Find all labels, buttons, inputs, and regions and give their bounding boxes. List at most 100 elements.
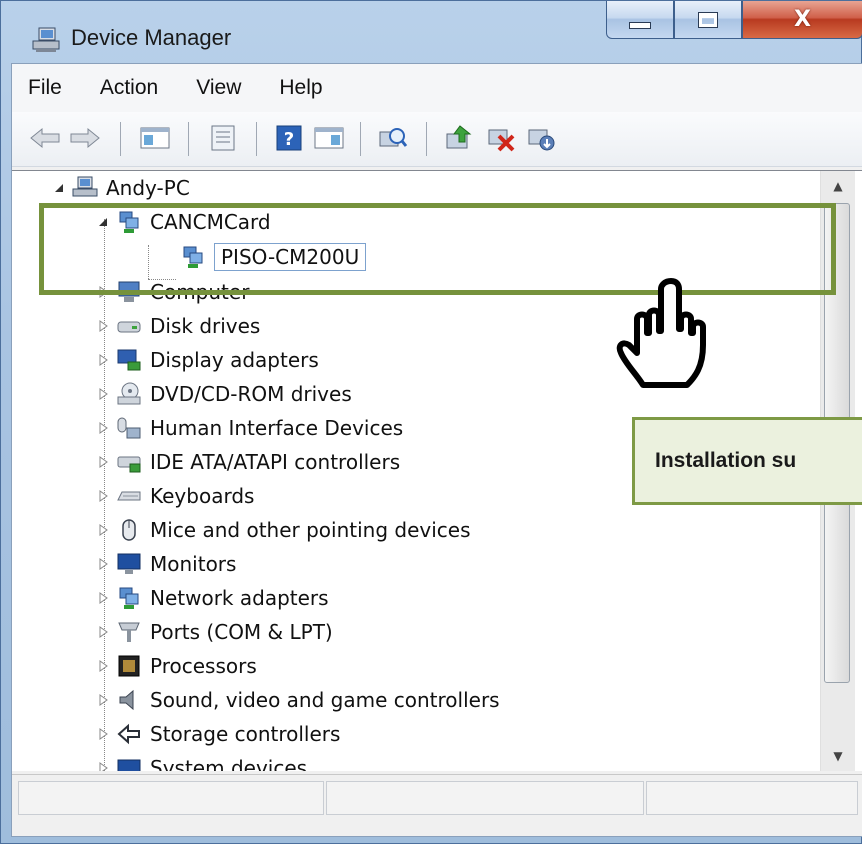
port-icon [118, 622, 140, 642]
show-hide-console-tree-button[interactable] [138, 122, 172, 154]
tree-item-human-interface-devices[interactable]: Human Interface Devices [96, 411, 403, 445]
properties-icon [211, 125, 235, 151]
title-bar[interactable]: Device Manager X [1, 1, 862, 63]
expand-arrow-icon [99, 490, 108, 502]
tree-label: Processors [150, 654, 257, 678]
system-devices-icon [117, 759, 141, 771]
tree-label: DVD/CD-ROM drives [150, 382, 352, 406]
tree-label: Human Interface Devices [150, 416, 404, 440]
menu-action[interactable]: Action [81, 64, 177, 112]
menu-file[interactable]: File [12, 64, 81, 112]
properties-button[interactable] [206, 122, 240, 154]
uninstall-icon [488, 129, 515, 152]
minimize-button[interactable] [606, 1, 674, 39]
help-button[interactable]: ? [272, 122, 306, 154]
tree-label: Keyboards [150, 484, 255, 508]
tree-item-network-adapters[interactable]: Network adapters [96, 581, 329, 615]
tree-item-system-devices[interactable]: System devices [96, 751, 307, 771]
tree-item-keyboards[interactable]: Keyboards [96, 479, 254, 513]
tree-item-storage-controllers[interactable]: Storage controllers [96, 717, 340, 751]
processor-icon [118, 655, 140, 677]
collapse-arrow-icon [55, 184, 63, 192]
menu-bar: File Action View Help [12, 64, 862, 113]
expand-arrow-icon [99, 524, 108, 536]
highlight-box [39, 203, 836, 295]
minimize-icon [629, 22, 651, 29]
toolbar-separator [120, 122, 121, 156]
display-adapter-icon [117, 349, 141, 371]
tree-root-andy-pc[interactable]: Andy-PC [52, 171, 190, 205]
tree-label: Mice and other pointing devices [150, 518, 471, 542]
update-driver-button[interactable] [442, 122, 476, 154]
monitor-icon [117, 553, 141, 574]
scan-hardware-button[interactable] [376, 122, 410, 154]
tree-label: Sound, video and game controllers [150, 688, 500, 712]
tree-item-ports[interactable]: Ports (COM & LPT) [96, 615, 333, 649]
ide-controller-icon [117, 456, 141, 473]
computer-icon [72, 176, 98, 197]
disable-device-button[interactable] [524, 122, 558, 154]
scan-hardware-icon [379, 128, 408, 147]
expand-arrow-icon [99, 456, 108, 468]
close-button[interactable]: X [742, 1, 862, 39]
device-manager-window: Device Manager X File Action View Help ?… [0, 0, 862, 844]
tree-label: Monitors [150, 552, 237, 576]
keyboard-icon [117, 491, 141, 501]
update-driver-icon [446, 125, 472, 149]
help-icon: ? [276, 125, 302, 151]
uninstall-button[interactable] [484, 122, 518, 154]
hid-icon [117, 417, 141, 439]
tree-label: Ports (COM & LPT) [150, 620, 333, 644]
tree-label: Andy-PC [106, 176, 190, 200]
tree-label: Disk drives [150, 314, 261, 338]
svg-text:?: ? [284, 129, 294, 150]
pointing-hand-cursor-icon [616, 278, 706, 388]
maximize-icon [698, 11, 718, 28]
menu-help[interactable]: Help [260, 64, 341, 112]
action-pane-button[interactable] [312, 122, 346, 154]
expand-arrow-icon [99, 558, 108, 570]
expand-arrow-icon [99, 626, 108, 638]
tree-label: IDE ATA/ATAPI controllers [150, 450, 401, 474]
tree-item-disk-drives[interactable]: Disk drives [96, 309, 260, 343]
installation-callout: Installation su [632, 417, 862, 505]
toolbar-separator [426, 122, 427, 156]
toolbar: ? [12, 112, 862, 167]
status-pane [18, 781, 324, 815]
tree-item-display-adapters[interactable]: Display adapters [96, 343, 319, 377]
toolbar-separator [256, 122, 257, 156]
tree-item-processors[interactable]: Processors [96, 649, 257, 683]
toolbar-separator [188, 122, 189, 156]
status-bar [12, 774, 862, 825]
speaker-icon [119, 689, 134, 711]
toolbar-separator [360, 122, 361, 156]
back-button[interactable] [28, 122, 62, 154]
tree-item-ide-ata-atapi-controllers[interactable]: IDE ATA/ATAPI controllers [96, 445, 400, 479]
disable-device-icon [528, 129, 555, 151]
expand-arrow-icon [99, 694, 108, 706]
forward-arrow-icon [70, 127, 100, 149]
scroll-down-arrow-icon[interactable]: ▼ [821, 741, 855, 771]
tree-item-sound-video-game[interactable]: Sound, video and game controllers [96, 683, 500, 717]
action-pane-icon [314, 127, 344, 149]
menu-view[interactable]: View [177, 64, 260, 112]
scroll-up-arrow-icon[interactable]: ▲ [821, 171, 855, 201]
forward-button[interactable] [68, 122, 102, 154]
expand-arrow-icon [99, 320, 108, 332]
tree-item-monitors[interactable]: Monitors [96, 547, 236, 581]
close-icon: X [794, 7, 811, 32]
expand-arrow-icon [99, 354, 108, 366]
tree-label: Storage controllers [150, 722, 341, 746]
expand-arrow-icon [99, 660, 108, 672]
storage-controller-icon [117, 723, 140, 745]
expand-arrow-icon [99, 762, 108, 771]
disk-drive-icon [117, 321, 141, 333]
tree-label: System devices [150, 756, 308, 771]
tree-item-dvd-cd-rom-drives[interactable]: DVD/CD-ROM drives [96, 377, 352, 411]
device-manager-app-icon [32, 27, 60, 52]
maximize-button[interactable] [674, 1, 742, 39]
tree-item-mice[interactable]: Mice and other pointing devices [96, 513, 471, 547]
expand-arrow-icon [99, 592, 108, 604]
status-pane [326, 781, 644, 815]
tree-label: Display adapters [150, 348, 319, 372]
